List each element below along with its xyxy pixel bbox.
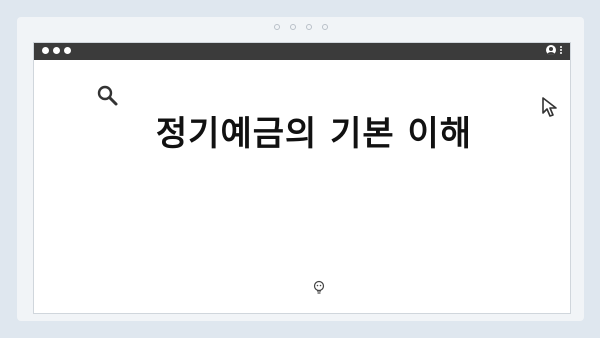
pagination-dot [289, 24, 296, 30]
page-frame: 정기예금의 기본 이해 [17, 17, 584, 321]
window-minimize-button[interactable] [53, 47, 60, 54]
window-titlebar [34, 43, 570, 60]
pagination-dot [305, 24, 312, 30]
window-maximize-button[interactable] [64, 47, 71, 54]
profile-icon[interactable] [546, 45, 556, 55]
pagination-dots [17, 24, 584, 30]
pagination-dot [321, 24, 328, 30]
cursor-arrow-icon [542, 97, 557, 117]
browser-window: 정기예금의 기본 이해 [33, 42, 571, 314]
window-controls [42, 47, 71, 54]
titlebar-actions [546, 45, 562, 55]
pagination-dot [273, 24, 280, 30]
window-content: 정기예금의 기본 이해 [34, 60, 570, 313]
kebab-menu-icon[interactable] [560, 46, 562, 54]
window-close-button[interactable] [42, 47, 49, 54]
page-title: 정기예금의 기본 이해 [155, 114, 473, 154]
search-icon [97, 85, 118, 106]
lightbulb-icon [313, 280, 325, 294]
